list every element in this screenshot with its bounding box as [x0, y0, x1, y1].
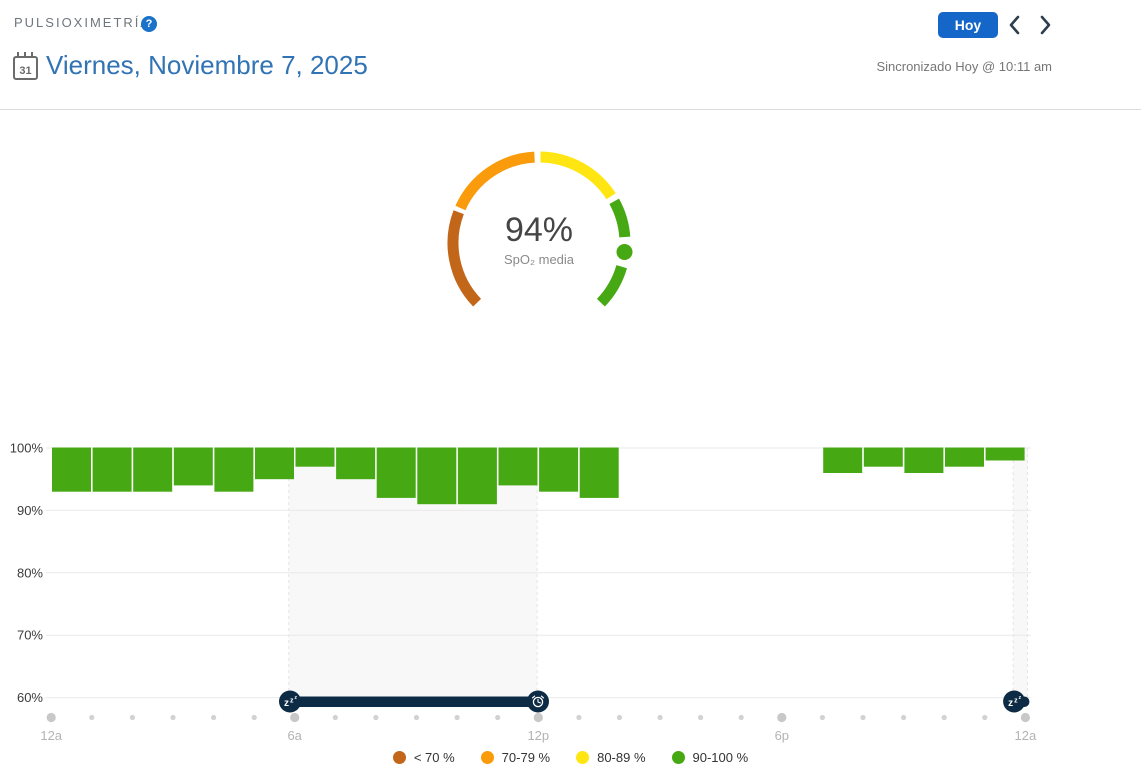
x-axis-tick-label: 12a — [1015, 728, 1037, 743]
pulse-ox-page: PULSIOXIMETRÍA ? Hoy 31 Viernes, Noviemb… — [0, 0, 1141, 780]
x-axis-tick-label: 6p — [775, 728, 789, 743]
spo2-average-gauge: 94% SpO₂ media — [427, 135, 651, 335]
sleep-zzz-icon: z — [290, 698, 294, 705]
hour-dot — [698, 715, 703, 720]
x-axis-tick-label: 12p — [527, 728, 549, 743]
gauge-marker-dot — [617, 244, 633, 260]
spo2-bar[interactable] — [539, 448, 578, 492]
hour-dot — [455, 715, 460, 720]
gauge-segment — [453, 212, 477, 303]
hour-dot — [290, 713, 299, 722]
legend-item: 90-100 % — [672, 750, 749, 765]
help-icon[interactable]: ? — [141, 16, 157, 32]
spo2-bar[interactable] — [945, 448, 984, 467]
spo2-bar[interactable] — [458, 448, 497, 505]
chart-legend: < 70 % 70-79 % 80-89 % 90-100 % — [0, 750, 1141, 765]
spo2-bar[interactable] — [499, 448, 538, 486]
y-axis-tick-label: 70% — [17, 628, 43, 643]
legend-item: 80-89 % — [576, 750, 645, 765]
hour-dot — [47, 713, 56, 722]
previous-day-button[interactable] — [1006, 14, 1024, 36]
x-axis-tick-label: 6a — [287, 728, 302, 743]
legend-item: < 70 % — [393, 750, 455, 765]
legend-color-dot — [481, 751, 494, 764]
gauge-segment — [601, 267, 622, 303]
chevron-left-icon — [1006, 14, 1024, 36]
legend-item: 70-79 % — [481, 750, 550, 765]
sleep-zzz-icon: z — [1014, 698, 1018, 705]
spo2-bar[interactable] — [174, 448, 213, 486]
hour-dot — [534, 713, 543, 722]
spo2-bar[interactable] — [296, 448, 335, 467]
calendar-icon: 31 — [13, 56, 38, 80]
spo2-daily-bar-chart: 100%90%80%70%60%zzzzzz12a6a12p6p12a — [0, 428, 1141, 748]
hour-dot — [942, 715, 947, 720]
spo2-bar[interactable] — [986, 448, 1025, 461]
spo2-bar[interactable] — [255, 448, 294, 480]
next-day-button[interactable] — [1036, 14, 1054, 36]
calendar-day-number: 31 — [15, 65, 36, 77]
spo2-bar[interactable] — [52, 448, 91, 492]
spo2-bar[interactable] — [336, 448, 375, 480]
hour-dot — [617, 715, 622, 720]
spo2-bar[interactable] — [377, 448, 416, 498]
hour-dot — [211, 715, 216, 720]
legend-label: 90-100 % — [693, 750, 749, 765]
gauge-segment — [541, 157, 612, 196]
spo2-bar[interactable] — [93, 448, 132, 492]
hour-dot — [89, 715, 94, 720]
hour-dot — [414, 715, 419, 720]
legend-color-dot — [393, 751, 406, 764]
sync-status: Sincronizado Hoy @ 10:11 am — [876, 59, 1052, 74]
hour-dot — [495, 715, 500, 720]
hour-dot — [252, 715, 257, 720]
y-axis-tick-label: 80% — [17, 565, 43, 580]
header-divider — [0, 109, 1141, 110]
hour-dot — [373, 715, 378, 720]
hour-dot — [982, 715, 987, 720]
sleep-session-bar[interactable] — [283, 697, 546, 708]
date-picker[interactable]: 31 Viernes, Noviembre 7, 2025 — [13, 50, 368, 81]
x-axis-tick-label: 12a — [40, 728, 62, 743]
gauge-arc-svg — [427, 135, 651, 335]
hour-dot — [777, 713, 786, 722]
sleep-zzz-icon: z — [284, 698, 289, 709]
hour-dot — [860, 715, 865, 720]
legend-label: < 70 % — [414, 750, 455, 765]
sleep-zzz-icon: z — [1008, 698, 1013, 709]
spo2-bar[interactable] — [823, 448, 862, 474]
page-title: PULSIOXIMETRÍA — [14, 15, 151, 30]
spo2-bar[interactable] — [580, 448, 619, 498]
legend-color-dot — [576, 751, 589, 764]
date-label: Viernes, Noviembre 7, 2025 — [46, 50, 368, 81]
y-axis-tick-label: 100% — [10, 441, 44, 456]
hour-dot — [739, 715, 744, 720]
y-axis-tick-label: 60% — [17, 690, 43, 705]
hour-dot — [333, 715, 338, 720]
spo2-bar[interactable] — [133, 448, 172, 492]
spo2-bar[interactable] — [864, 448, 903, 467]
legend-color-dot — [672, 751, 685, 764]
legend-label: 80-89 % — [597, 750, 645, 765]
y-axis-tick-label: 90% — [17, 503, 43, 518]
hour-dot — [901, 715, 906, 720]
legend-label: 70-79 % — [502, 750, 550, 765]
hour-dot — [820, 715, 825, 720]
gauge-segment — [614, 201, 625, 237]
hour-dot — [170, 715, 175, 720]
hour-dot — [576, 715, 581, 720]
spo2-bar[interactable] — [214, 448, 253, 492]
spo2-bar[interactable] — [904, 448, 943, 474]
today-button[interactable]: Hoy — [938, 12, 998, 38]
calendar-rings — [17, 52, 34, 57]
hour-dot — [1021, 713, 1030, 722]
hour-dot — [658, 715, 663, 720]
gauge-segment — [460, 157, 534, 208]
chevron-right-icon — [1036, 14, 1054, 36]
hour-dot — [130, 715, 135, 720]
spo2-bar[interactable] — [417, 448, 456, 505]
